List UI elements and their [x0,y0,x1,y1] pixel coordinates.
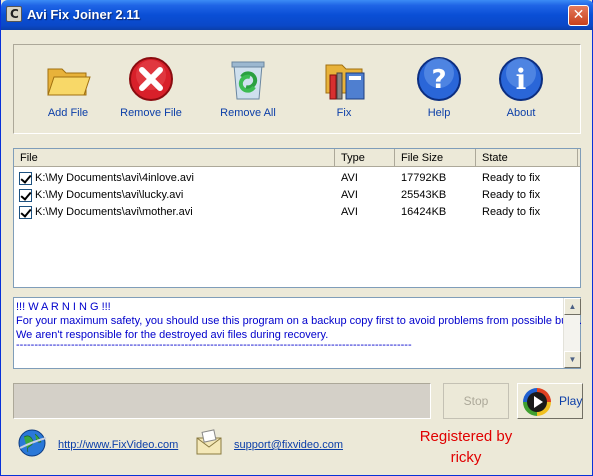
main-window: Avi Fix Joiner 2.11 ✕ Add File Remove Fi… [0,0,593,476]
help-label: Help [427,107,451,119]
registered-user: ricky [450,449,482,466]
file-state: Ready to fix [482,189,541,201]
remove-all-button[interactable]: Remove All [208,55,288,119]
close-button[interactable]: ✕ [568,5,589,26]
email-icon [196,429,222,455]
warning-heading: !!! W A R N I N G !!! [16,301,111,313]
fix-button[interactable]: Fix [304,55,384,119]
table-row[interactable]: K:\My Documents\avi\4inlove.avi AVI 1779… [14,170,580,187]
help-icon: ? [417,57,461,101]
table-row[interactable]: K:\My Documents\avi\mother.avi AVI 16424… [14,204,580,221]
row-checkbox[interactable] [19,189,32,202]
play-icon [523,388,551,416]
add-file-button[interactable]: Add File [28,55,108,119]
website-link[interactable]: http://www.FixVideo.com [58,439,178,451]
file-type: AVI [341,206,358,218]
play-label: Play [559,394,583,408]
add-file-label: Add File [47,107,89,119]
remove-all-label: Remove All [220,107,276,119]
column-header-file[interactable]: File [14,149,335,167]
file-size: 16424KB [401,206,447,218]
window-title: Avi Fix Joiner 2.11 [27,7,140,22]
info-icon: i [499,57,543,101]
fix-label: Fix [336,107,352,119]
file-list[interactable]: File Type File Size State K:\My Document… [13,148,581,288]
svg-text:i: i [516,63,527,96]
warning-scrollbar[interactable]: ▲ ▼ [563,298,581,368]
file-state: Ready to fix [482,172,541,184]
warning-text-line: For your maximum safety, you should use … [16,315,582,327]
file-state: Ready to fix [482,206,541,218]
recycle-bin-icon [231,61,265,100]
progress-bar [13,383,431,419]
remove-file-button[interactable]: Remove File [111,55,191,119]
file-path: K:\My Documents\avi\mother.avi [35,206,193,218]
column-header-size[interactable]: File Size [395,149,476,167]
file-path: K:\My Documents\avi\lucky.avi [35,189,184,201]
globe-icon [18,429,47,457]
warning-textbox[interactable]: !!! W A R N I N G !!! For your maximum s… [13,297,582,369]
email-link[interactable]: support@fixvideo.com [234,439,343,451]
column-header-state[interactable]: State [476,149,578,167]
column-header-type[interactable]: Type [335,149,395,167]
scroll-up-icon[interactable]: ▲ [564,298,581,315]
tools-icon [325,64,365,100]
row-checkbox[interactable] [19,206,32,219]
file-size: 17792KB [401,172,447,184]
toolbar: Add File Remove File Remove All Fix ? He… [13,44,581,134]
about-button[interactable]: i About [481,55,561,119]
warning-divider-line: ----------------------------------------… [16,339,412,351]
registered-label: Registered by [419,428,513,445]
title-bar[interactable]: Avi Fix Joiner 2.11 ✕ [1,0,593,30]
help-button[interactable]: ? Help [399,55,479,119]
svg-text:?: ? [431,65,446,95]
file-type: AVI [341,189,358,201]
remove-file-label: Remove File [120,107,182,119]
red-x-icon [129,57,173,101]
folder-open-icon [47,68,91,96]
table-row[interactable]: K:\My Documents\avi\lucky.avi AVI 25543K… [14,187,580,204]
file-path: K:\My Documents\avi\4inlove.avi [35,172,194,184]
play-button[interactable]: Play [517,383,583,419]
file-size: 25543KB [401,189,447,201]
scroll-down-icon[interactable]: ▼ [564,351,581,368]
row-checkbox[interactable] [19,172,32,185]
file-list-header: File Type File Size State [14,149,580,167]
file-type: AVI [341,172,358,184]
stop-button[interactable]: Stop [443,383,509,419]
about-label: About [506,107,536,119]
app-icon[interactable] [6,6,22,22]
